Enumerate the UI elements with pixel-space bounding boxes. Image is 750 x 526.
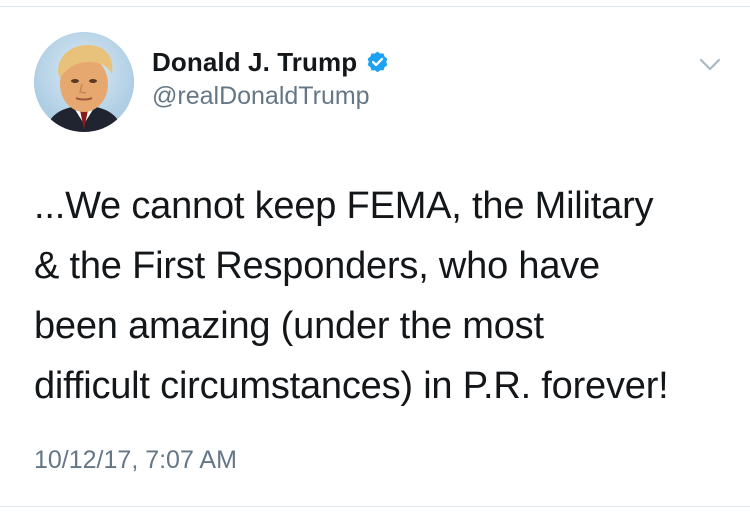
tweet-text: ...We cannot keep FEMA, the Military & t…: [34, 185, 669, 407]
author-block: Donald J. Trump @realDonaldTrump: [152, 44, 390, 111]
tweet-header: Donald J. Trump @realDonaldTrump: [34, 32, 724, 136]
tweet-timestamp[interactable]: 10/12/17, 7:07 AM: [34, 446, 237, 475]
avatar[interactable]: [34, 32, 134, 132]
avatar-image: [34, 32, 134, 132]
top-divider: [0, 6, 750, 7]
chevron-down-icon[interactable]: [696, 50, 724, 78]
display-name[interactable]: Donald J. Trump: [152, 47, 357, 78]
user-handle[interactable]: @realDonaldTrump: [152, 82, 390, 111]
name-row: Donald J. Trump: [152, 44, 390, 80]
verified-badge-icon: [367, 51, 388, 72]
bottom-divider: [0, 506, 750, 507]
